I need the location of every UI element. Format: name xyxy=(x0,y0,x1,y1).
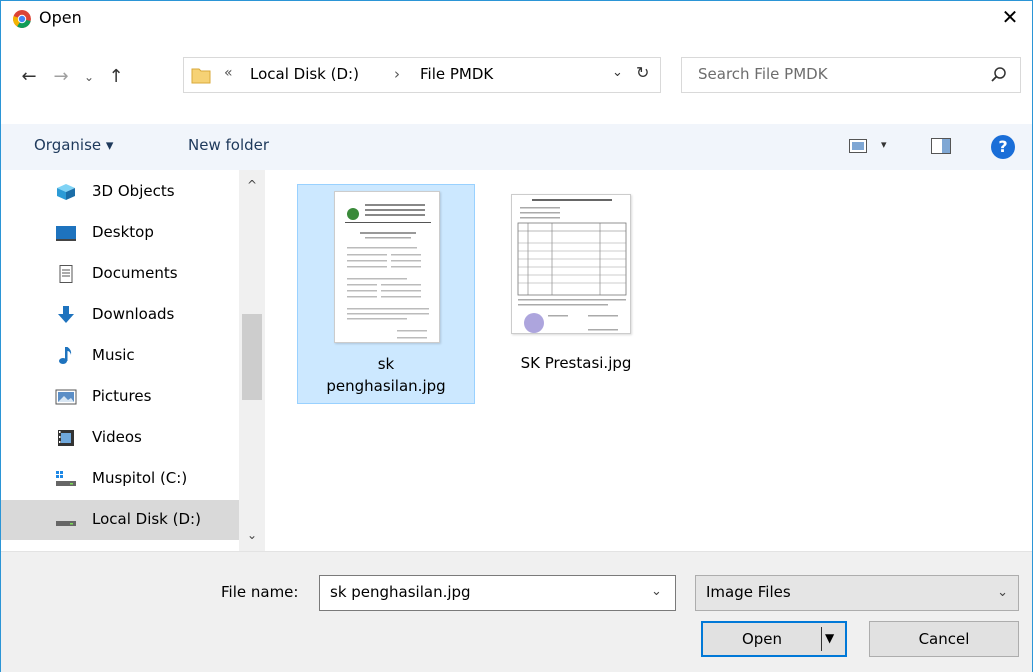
search-box[interactable]: Search File PMDK xyxy=(681,57,1021,93)
title-bar: Open ✕ xyxy=(1,1,1032,35)
view-dropdown-icon[interactable]: ▾ xyxy=(881,138,887,151)
close-button[interactable]: ✕ xyxy=(988,1,1032,35)
refresh-icon[interactable]: ↻ xyxy=(636,63,649,82)
file-name-line: SK Prestasi.jpg xyxy=(520,354,632,372)
sidebar-item-music[interactable]: Music xyxy=(1,336,239,376)
windows-drive-icon xyxy=(55,470,77,488)
file-name-dropdown-icon[interactable]: ⌄ xyxy=(651,584,662,599)
sidebar-item-label: Pictures xyxy=(92,387,152,405)
downloads-icon xyxy=(55,306,77,324)
breadcrumb-separator[interactable]: › xyxy=(394,65,400,83)
open-button-label: Open xyxy=(741,630,783,648)
back-button[interactable]: ← xyxy=(17,65,41,89)
file-item-sk-prestasi[interactable]: SK Prestasi.jpg xyxy=(487,184,665,404)
breadcrumb-overflow[interactable]: « xyxy=(224,65,233,81)
scroll-thumb[interactable] xyxy=(242,314,262,400)
file-type-select[interactable]: Image Files ⌄ xyxy=(695,575,1019,611)
sidebar-item-videos[interactable]: Videos xyxy=(1,418,239,458)
up-button[interactable]: ↑ xyxy=(101,65,131,89)
open-dialog: Open ✕ ← → ⌄ ↑ « Local Disk (D:) › File … xyxy=(0,0,1033,672)
breadcrumb-file-pmdk[interactable]: File PMDK xyxy=(420,65,493,83)
sidebar-item-label: Music xyxy=(92,346,135,364)
file-list: sk penghasilan.jpg SK Prestasi.jpg xyxy=(265,170,1032,551)
sidebar-item-label: Muspitol (C:) xyxy=(92,469,188,487)
open-button[interactable]: Open ▼ xyxy=(701,621,847,657)
sidebar-item-label: Local Disk (D:) xyxy=(92,510,201,528)
chevron-down-icon: ⌄ xyxy=(997,585,1008,600)
address-bar[interactable]: « Local Disk (D:) › File PMDK ⌄ ↻ xyxy=(183,57,661,93)
recent-locations-button[interactable]: ⌄ xyxy=(81,65,97,89)
sidebar-item-label: Documents xyxy=(92,264,178,282)
sidebar-item-3d-objects[interactable]: 3D Objects xyxy=(1,172,239,212)
view-options-icon[interactable] xyxy=(849,139,867,153)
desktop-icon xyxy=(55,224,77,242)
pictures-icon xyxy=(55,388,77,406)
search-input[interactable]: Search File PMDK xyxy=(698,65,828,83)
address-row: ← → ⌄ ↑ « Local Disk (D:) › File PMDK ⌄ … xyxy=(1,57,1032,115)
sidebar-item-local-disk-d[interactable]: Local Disk (D:) xyxy=(1,500,239,540)
sidebar-item-label: Desktop xyxy=(92,223,154,241)
sidebar-item-desktop[interactable]: Desktop xyxy=(1,213,239,253)
file-name-line: penghasilan.jpg xyxy=(326,377,446,395)
file-item-sk-penghasilan[interactable]: sk penghasilan.jpg xyxy=(297,184,475,404)
help-icon[interactable]: ? xyxy=(991,135,1015,159)
file-type-value: Image Files xyxy=(706,583,791,601)
scroll-down-icon[interactable]: ⌄ xyxy=(239,528,265,542)
breadcrumb-local-disk[interactable]: Local Disk (D:) xyxy=(250,65,359,83)
sidebar-item-label: 3D Objects xyxy=(92,182,175,200)
sidebar-item-documents[interactable]: Documents xyxy=(1,254,239,294)
open-dropdown-icon[interactable]: ▼ xyxy=(825,631,834,645)
file-name-label: File name: xyxy=(221,583,299,601)
preview-pane-icon[interactable] xyxy=(931,138,951,154)
image-thumbnail xyxy=(334,191,440,343)
command-bar: Organise ▾ New folder ▾ ? xyxy=(1,124,1032,170)
documents-icon xyxy=(55,265,77,283)
image-thumbnail xyxy=(511,194,631,334)
navigation-pane: 3D Objects Desktop Documents Downloads M… xyxy=(1,170,265,551)
split-divider xyxy=(821,627,822,651)
file-name-label: sk penghasilan.jpg xyxy=(298,353,474,397)
sidebar-item-pictures[interactable]: Pictures xyxy=(1,377,239,417)
music-icon xyxy=(55,347,77,365)
organise-button[interactable]: Organise ▾ xyxy=(34,136,113,154)
sidebar-item-downloads[interactable]: Downloads xyxy=(1,295,239,335)
address-dropdown-icon[interactable]: ⌄ xyxy=(612,65,623,80)
sidebar-item-muspitol-c[interactable]: Muspitol (C:) xyxy=(1,459,239,499)
file-name-line: sk xyxy=(377,355,395,373)
search-icon[interactable] xyxy=(990,66,1008,84)
folder-icon xyxy=(191,66,211,84)
chrome-icon xyxy=(13,10,31,28)
dialog-footer: File name: sk penghasilan.jpg ⌄ Image Fi… xyxy=(1,551,1032,672)
scroll-up-icon[interactable]: ^ xyxy=(239,178,265,192)
sidebar-item-label: Videos xyxy=(92,428,142,446)
file-name-label: SK Prestasi.jpg xyxy=(487,352,665,374)
cancel-button[interactable]: Cancel xyxy=(869,621,1019,657)
new-folder-button[interactable]: New folder xyxy=(188,136,269,154)
navigation-scrollbar[interactable]: ^ ⌄ xyxy=(239,170,265,551)
sidebar-item-label: Downloads xyxy=(92,305,175,323)
drive-icon xyxy=(55,511,77,529)
window-title: Open xyxy=(39,8,82,27)
3d-objects-icon xyxy=(55,183,77,201)
videos-icon xyxy=(55,429,77,447)
forward-button[interactable]: → xyxy=(49,65,73,89)
file-name-input[interactable]: sk penghasilan.jpg xyxy=(319,575,676,611)
